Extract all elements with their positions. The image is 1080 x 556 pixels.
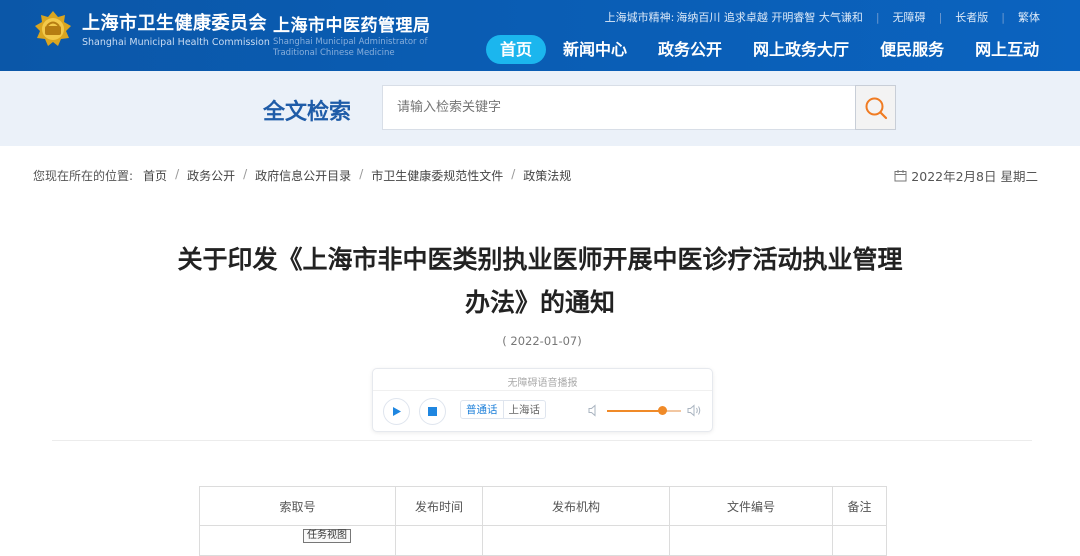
nav-home[interactable]: 首页 — [486, 35, 547, 64]
emblem-logo-icon[interactable] — [33, 9, 73, 49]
breadcrumb-separator: / — [175, 167, 180, 181]
nav-online-interaction[interactable]: 网上互动 — [961, 35, 1053, 64]
document-metadata-table: 索取号 发布时间 发布机构 文件编号 备注 — [199, 486, 887, 556]
table-cell — [669, 525, 833, 556]
nav-government-affairs[interactable]: 政务公开 — [644, 35, 736, 64]
stop-button[interactable] — [419, 398, 446, 425]
breadcrumb-home[interactable]: 首页 — [143, 167, 167, 184]
city-motto: 海纳百川 追求卓越 开明睿智 大气谦和 — [676, 11, 863, 24]
volume-high-icon[interactable] — [687, 404, 703, 417]
nav-online-service-hall[interactable]: 网上政务大厅 — [739, 35, 863, 64]
col-issuing-agency: 发布机构 — [482, 486, 670, 526]
search-button[interactable] — [855, 85, 896, 130]
divider: | — [875, 10, 880, 24]
divider: | — [1001, 10, 1005, 24]
table-cell — [199, 525, 396, 556]
col-document-number: 文件编号 — [669, 486, 833, 526]
table-header-row: 索取号 发布时间 发布机构 文件编号 备注 — [199, 486, 887, 526]
lang-mandarin-option[interactable]: 普通话 — [461, 401, 503, 418]
org2-cn: 上海市中医药管理局 — [273, 16, 431, 36]
main-nav: 首页 新闻中心 政务公开 网上政务大厅 便民服务 网上互动 — [486, 35, 1056, 64]
lang-shanghainese-option[interactable]: 上海话 — [502, 401, 546, 418]
stop-icon — [428, 407, 437, 416]
breadcrumb-normative-docs[interactable]: 市卫生健康委规范性文件 — [371, 167, 503, 184]
traditional-chinese-link[interactable]: 繁体 — [1018, 9, 1040, 25]
elder-version-link[interactable]: 长者版 — [955, 9, 988, 25]
play-icon — [393, 407, 401, 416]
current-date: 2022年2月8日 星期二 — [894, 166, 1038, 185]
task-view-tooltip: 任务视图 — [303, 529, 351, 543]
divider: | — [938, 10, 943, 24]
volume-slider-handle[interactable] — [658, 406, 667, 415]
search-title: 全文检索 — [263, 100, 352, 125]
search-icon — [865, 97, 887, 119]
volume-low-icon[interactable] — [588, 404, 600, 417]
search-section: 全文检索 — [0, 71, 1080, 146]
breadcrumb-prefix: 您现在所在的位置: — [33, 169, 134, 183]
article-title-line1: 关于印发《上海市非中医类别执业医师开展中医诊疗活动执业管理 — [177, 245, 903, 274]
content-divider — [52, 440, 1032, 441]
current-date-text: 2022年2月8日 星期二 — [911, 169, 1038, 184]
article-title-line2: 办法》的通知 — [464, 288, 615, 317]
breadcrumb-separator: / — [511, 167, 516, 181]
play-button[interactable] — [383, 398, 410, 425]
org2-en-line1: Shanghai Municipal Administrator of — [273, 37, 428, 47]
table-cell — [832, 525, 887, 556]
dialect-switch: 普通话 上海话 — [460, 400, 546, 419]
col-index-number: 索取号 — [199, 486, 396, 526]
city-motto-label: 上海城市精神: — [604, 11, 675, 24]
publish-date: ( 2022-01-07) — [502, 334, 582, 348]
org-name-health-commission[interactable]: 上海市卫生健康委员会 Shanghai Municipal Health Com… — [82, 9, 270, 48]
search-input[interactable] — [382, 85, 856, 130]
calendar-icon — [894, 170, 907, 182]
top-links: 上海城市精神: 海纳百川 追求卓越 开明睿智 大气谦和 | 无障碍 | 长者版 … — [605, 9, 1040, 25]
breadcrumb: 您现在所在的位置: 首页 / 政务公开 / 政府信息公开目录 / 市卫生健康委规… — [33, 167, 571, 184]
col-publish-time: 发布时间 — [395, 486, 483, 526]
org2-en-line2: Traditional Chinese Medicine — [273, 48, 395, 58]
table-cell — [395, 525, 483, 556]
org1-cn: 上海市卫生健康委员会 — [82, 13, 267, 34]
player-divider — [373, 390, 712, 391]
org1-en: Shanghai Municipal Health Commission — [82, 37, 270, 48]
accessibility-link[interactable]: 无障碍 — [893, 9, 926, 25]
article-title: 关于印发《上海市非中医类别执业医师开展中医诊疗活动执业管理 办法》的通知 — [130, 238, 950, 324]
breadcrumb-separator: / — [243, 167, 248, 181]
site-header: 上海市卫生健康委员会 Shanghai Municipal Health Com… — [0, 0, 1080, 71]
breadcrumb-government-affairs[interactable]: 政务公开 — [187, 167, 235, 184]
breadcrumb-policies[interactable]: 政策法规 — [523, 167, 571, 184]
player-label: 无障碍语音播报 — [507, 378, 578, 389]
org-name-tcm-administration[interactable]: 上海市中医药管理局 Shanghai Municipal Administrat… — [273, 11, 431, 58]
breadcrumb-info-catalog[interactable]: 政府信息公开目录 — [255, 167, 351, 184]
breadcrumb-separator: / — [359, 167, 364, 181]
volume-slider-fill — [607, 410, 663, 412]
table-cell — [482, 525, 670, 556]
col-remarks: 备注 — [832, 486, 887, 526]
nav-public-services[interactable]: 便民服务 — [866, 35, 958, 64]
nav-news-center[interactable]: 新闻中心 — [549, 35, 641, 64]
